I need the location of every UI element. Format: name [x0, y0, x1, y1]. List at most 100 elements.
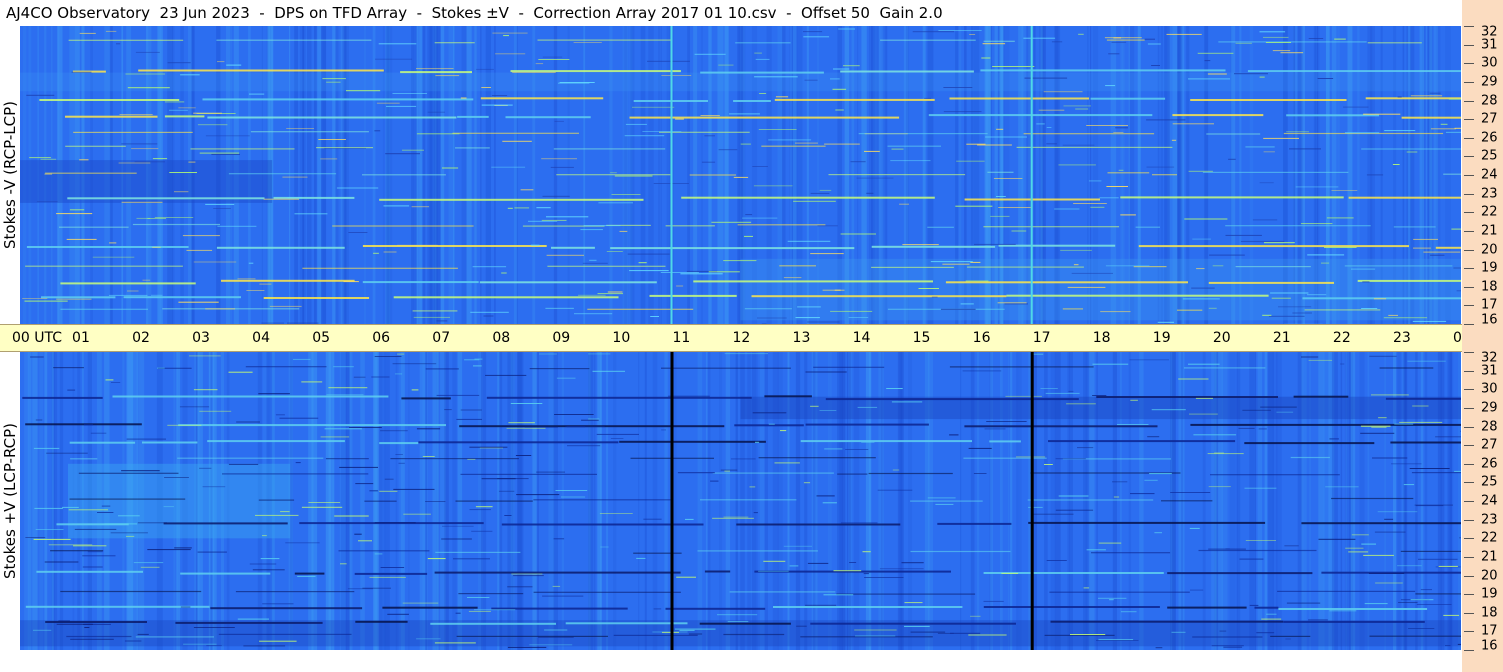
noise-dash [436, 320, 448, 322]
heatmap-streak [24, 352, 29, 650]
noise-dash [712, 517, 754, 519]
noise-dash [473, 365, 482, 367]
frequency-tick-label: 24 [1481, 493, 1498, 509]
noise-dash [833, 570, 862, 572]
noise-dash [474, 609, 516, 611]
noise-dash [512, 72, 556, 73]
noise-dash [797, 306, 821, 308]
noise-dash [1369, 355, 1397, 357]
noise-dash [581, 419, 599, 421]
heatmap-streak [474, 26, 477, 324]
interference-band [1283, 620, 1425, 623]
noise-dash [1070, 634, 1106, 635]
noise-dash [205, 135, 250, 137]
noise-dash [456, 418, 482, 420]
noise-dash [740, 143, 751, 145]
noise-dash [775, 96, 789, 98]
heatmap-streak [597, 352, 602, 650]
noise-dash [992, 66, 1035, 67]
heatmap-streak [593, 352, 596, 650]
noise-dash [416, 428, 441, 430]
noise-dash [1067, 286, 1106, 288]
noise-dash [1060, 249, 1092, 251]
interference-band [828, 174, 966, 176]
noise-dash [1362, 281, 1370, 283]
noise-dash [685, 518, 694, 520]
heatmap-streak [398, 352, 405, 650]
noise-dash [373, 252, 379, 254]
interference-band [60, 308, 148, 310]
noise-dash [1457, 643, 1461, 645]
heatmap-streak [588, 352, 593, 650]
interference-band [123, 296, 241, 299]
interference-band [689, 174, 736, 176]
interference-band [980, 69, 1226, 72]
noise-dash [1086, 125, 1128, 126]
noise-dash [183, 643, 217, 645]
noise-dash [981, 57, 991, 59]
noise-dash [864, 150, 880, 152]
noise-dash [674, 628, 716, 630]
noise-dash [354, 533, 362, 535]
heatmap-streak [537, 352, 539, 650]
noise-dash [1046, 143, 1057, 145]
noise-dash [807, 321, 840, 323]
noise-dash [25, 537, 46, 538]
noise-dash [127, 87, 170, 89]
noise-dash [286, 128, 314, 129]
noise-dash [1391, 463, 1422, 465]
noise-dash [653, 608, 662, 610]
noise-dash [127, 290, 139, 292]
noise-dash [550, 166, 574, 168]
noise-dash [1272, 50, 1291, 52]
noise-dash [749, 486, 756, 488]
interference-band [551, 246, 595, 249]
noise-dash [237, 278, 256, 280]
interference-band [529, 368, 590, 370]
interference-band [1006, 294, 1269, 297]
noise-dash [1308, 38, 1324, 39]
noise-dash [904, 602, 923, 604]
noise-dash [541, 219, 567, 221]
noise-dash [348, 232, 368, 233]
noise-dash [573, 42, 602, 43]
heatmap-region [20, 160, 273, 203]
noise-dash [1321, 262, 1330, 264]
interference-band [362, 281, 479, 284]
noise-dash [1092, 363, 1129, 365]
heatmap-streak [697, 352, 703, 650]
noise-dash [385, 153, 420, 155]
interference-band [73, 131, 193, 133]
noise-dash [968, 447, 992, 449]
interference-band [218, 633, 352, 635]
frequency-tick-label: 24 [1481, 167, 1498, 183]
interference-band [302, 267, 458, 269]
interference-band [1218, 41, 1367, 43]
noise-dash [1412, 320, 1447, 322]
interference-band [216, 39, 372, 41]
frequency-tick [1464, 445, 1474, 447]
noise-dash [507, 207, 513, 209]
noise-dash [1388, 314, 1398, 316]
noise-dash [1147, 436, 1160, 438]
noise-dash [599, 513, 633, 514]
interference-band [1245, 146, 1275, 148]
noise-dash [1413, 238, 1438, 240]
interference-band [228, 173, 337, 175]
noise-dash [326, 81, 341, 83]
noise-dash [369, 576, 406, 578]
noise-dash [840, 233, 876, 235]
frequency-tick-label: 22 [1481, 204, 1498, 220]
interference-band [245, 366, 327, 368]
noise-dash [553, 538, 565, 540]
noise-dash [901, 562, 924, 564]
noise-dash [516, 494, 560, 496]
noise-dash [1105, 265, 1150, 267]
noise-dash [374, 553, 383, 555]
interference-band [712, 472, 834, 474]
interference-band [1301, 522, 1461, 525]
noise-dash [1092, 395, 1107, 396]
interference-band [382, 606, 478, 609]
frequency-tick [1464, 324, 1474, 325]
frequency-tick [1464, 81, 1474, 83]
